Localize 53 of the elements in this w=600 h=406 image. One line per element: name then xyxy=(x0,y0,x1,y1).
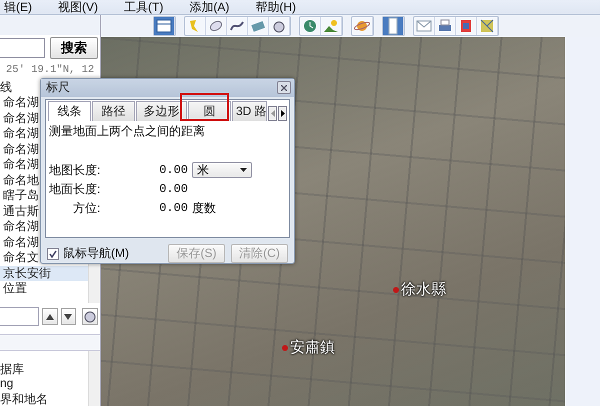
map-pin-icon xyxy=(282,344,288,350)
field-value: 0.00 xyxy=(158,163,189,178)
caret-icon xyxy=(240,168,247,172)
close-icon xyxy=(281,84,287,91)
description-text: 测量地面上两个点之间的距离 xyxy=(48,122,206,140)
right-arrow-icon xyxy=(280,110,284,117)
down-arrow-icon xyxy=(64,314,72,320)
tab[interactable]: 线条 xyxy=(48,100,92,121)
section-label: 线 xyxy=(0,79,12,94)
highlight-frame xyxy=(180,93,229,121)
search-button[interactable]: 搜索 xyxy=(50,37,98,60)
path-tool-button[interactable] xyxy=(227,17,248,35)
layer-item[interactable]: 界和地名 xyxy=(0,391,88,406)
place-item[interactable]: 位置 xyxy=(0,281,88,297)
layer-item[interactable]: ng xyxy=(0,376,88,391)
unit-label: 度数 xyxy=(192,200,217,217)
sun-tool-button[interactable] xyxy=(321,17,342,35)
circle-icon xyxy=(84,310,96,323)
place-label: 安肅鎮 xyxy=(290,338,335,357)
place-item[interactable]: 京长安街 xyxy=(0,266,88,282)
menu-item[interactable]: 帮助(H) xyxy=(255,0,296,14)
input-field[interactable] xyxy=(0,307,39,326)
field-label: 地面长度: xyxy=(49,180,102,198)
place-label: 徐水縣 xyxy=(401,280,446,299)
field-label: 方位: xyxy=(72,200,102,217)
search-field[interactable] xyxy=(0,38,45,58)
tour-button[interactable] xyxy=(82,308,98,326)
tab[interactable]: 路径 xyxy=(92,100,136,121)
tab[interactable]: 3D 路 xyxy=(232,100,267,121)
scrollbar[interactable] xyxy=(88,351,100,406)
menu-item[interactable]: 视图(V) xyxy=(58,0,98,14)
mouse-navigation-checkbox[interactable]: 鼠标导航(M) xyxy=(47,245,129,262)
menu-item[interactable]: 辑(E) xyxy=(4,0,32,14)
map-pin-icon xyxy=(393,286,399,292)
email-tool-button[interactable] xyxy=(414,17,435,35)
scroll-right-button[interactable] xyxy=(278,106,287,121)
menu-item[interactable]: 工具(T) xyxy=(124,0,164,14)
field-value: 0.00 xyxy=(158,182,189,196)
up-arrow-icon xyxy=(46,314,54,320)
dialog-title: 标尺 xyxy=(46,79,70,96)
tab[interactable]: 圆 xyxy=(188,100,231,121)
close-button[interactable] xyxy=(277,81,291,94)
left-arrow-icon xyxy=(270,110,274,117)
menu-item[interactable]: 添加(A) xyxy=(189,0,230,14)
layer-item[interactable]: 据库 xyxy=(0,361,88,376)
checkmark-icon xyxy=(49,250,57,258)
field-value: 0.00 xyxy=(158,201,189,216)
move-down-button[interactable] xyxy=(60,308,76,326)
field-label: 地图长度: xyxy=(49,162,102,179)
move-up-button[interactable] xyxy=(42,308,58,326)
tab[interactable]: 多边形 xyxy=(136,100,187,121)
unit-dropdown[interactable]: 米 xyxy=(192,162,252,178)
coordinates-text: 25′ 19.1″N, 12 xyxy=(5,63,94,76)
